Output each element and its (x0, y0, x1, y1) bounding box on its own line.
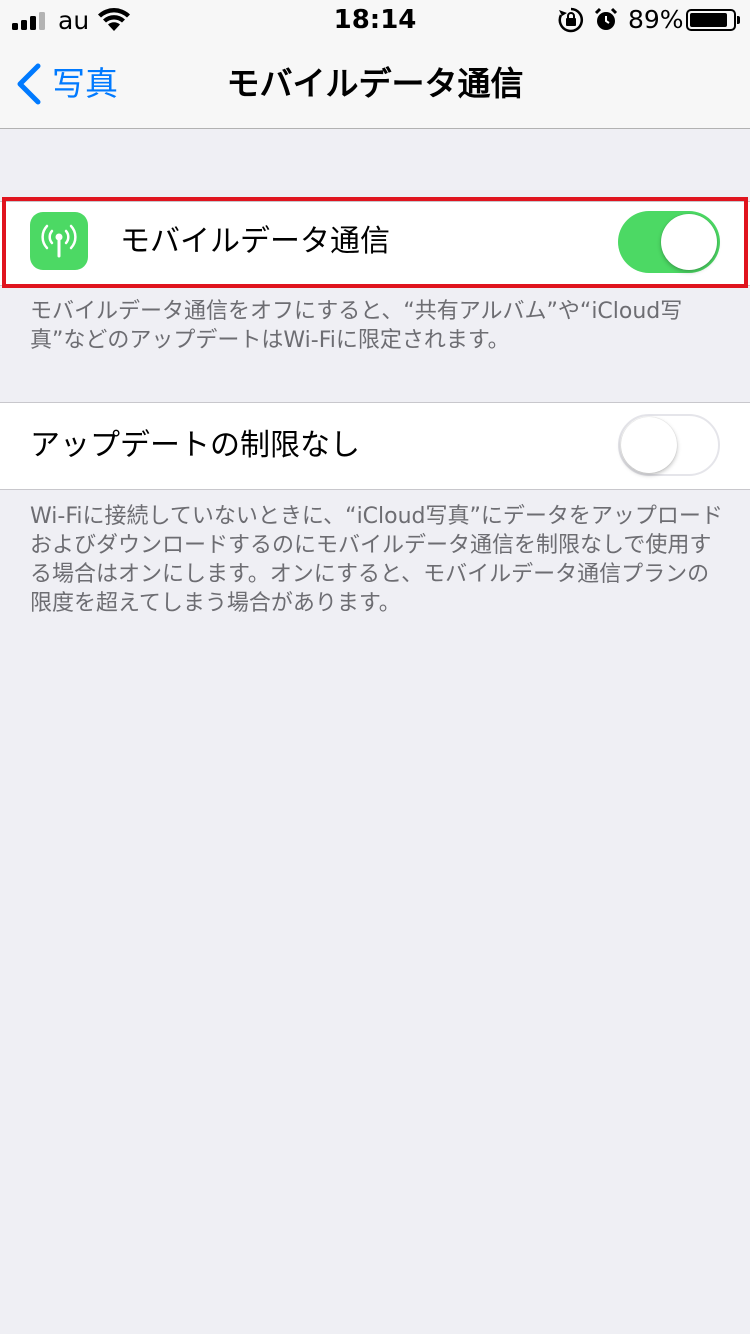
toggle-knob (661, 214, 717, 270)
unlimited-updates-toggle[interactable] (618, 414, 720, 476)
mobile-data-footer: モバイルデータ通信をオフにすると、“共有アルバム”や“iCloud写真”などのア… (30, 299, 683, 353)
alarm-icon (593, 7, 619, 37)
mobile-data-cell: モバイルデータ通信 (0, 201, 750, 286)
page-title: モバイルデータ通信 (226, 64, 524, 103)
mobile-data-toggle[interactable] (618, 211, 720, 273)
battery-percentage: 89% (628, 5, 684, 34)
unlimited-updates-cell: アップデートの制限なし (0, 402, 750, 490)
battery-icon (686, 9, 740, 31)
toggle-knob (621, 417, 677, 473)
mobile-data-label: モバイルデータ通信 (120, 224, 390, 259)
rotation-lock-icon (558, 7, 584, 37)
unlimited-updates-label: アップデートの制限なし (30, 428, 360, 463)
antenna-icon (30, 212, 88, 270)
navigation-bar: 写真 モバイルデータ通信 (0, 40, 750, 129)
unlimited-updates-footer: Wi-Fiに接続していないときに、“iCloud写真”にデータをアップロードおよ… (30, 504, 723, 616)
status-bar: au 18:14 89% (0, 0, 750, 40)
